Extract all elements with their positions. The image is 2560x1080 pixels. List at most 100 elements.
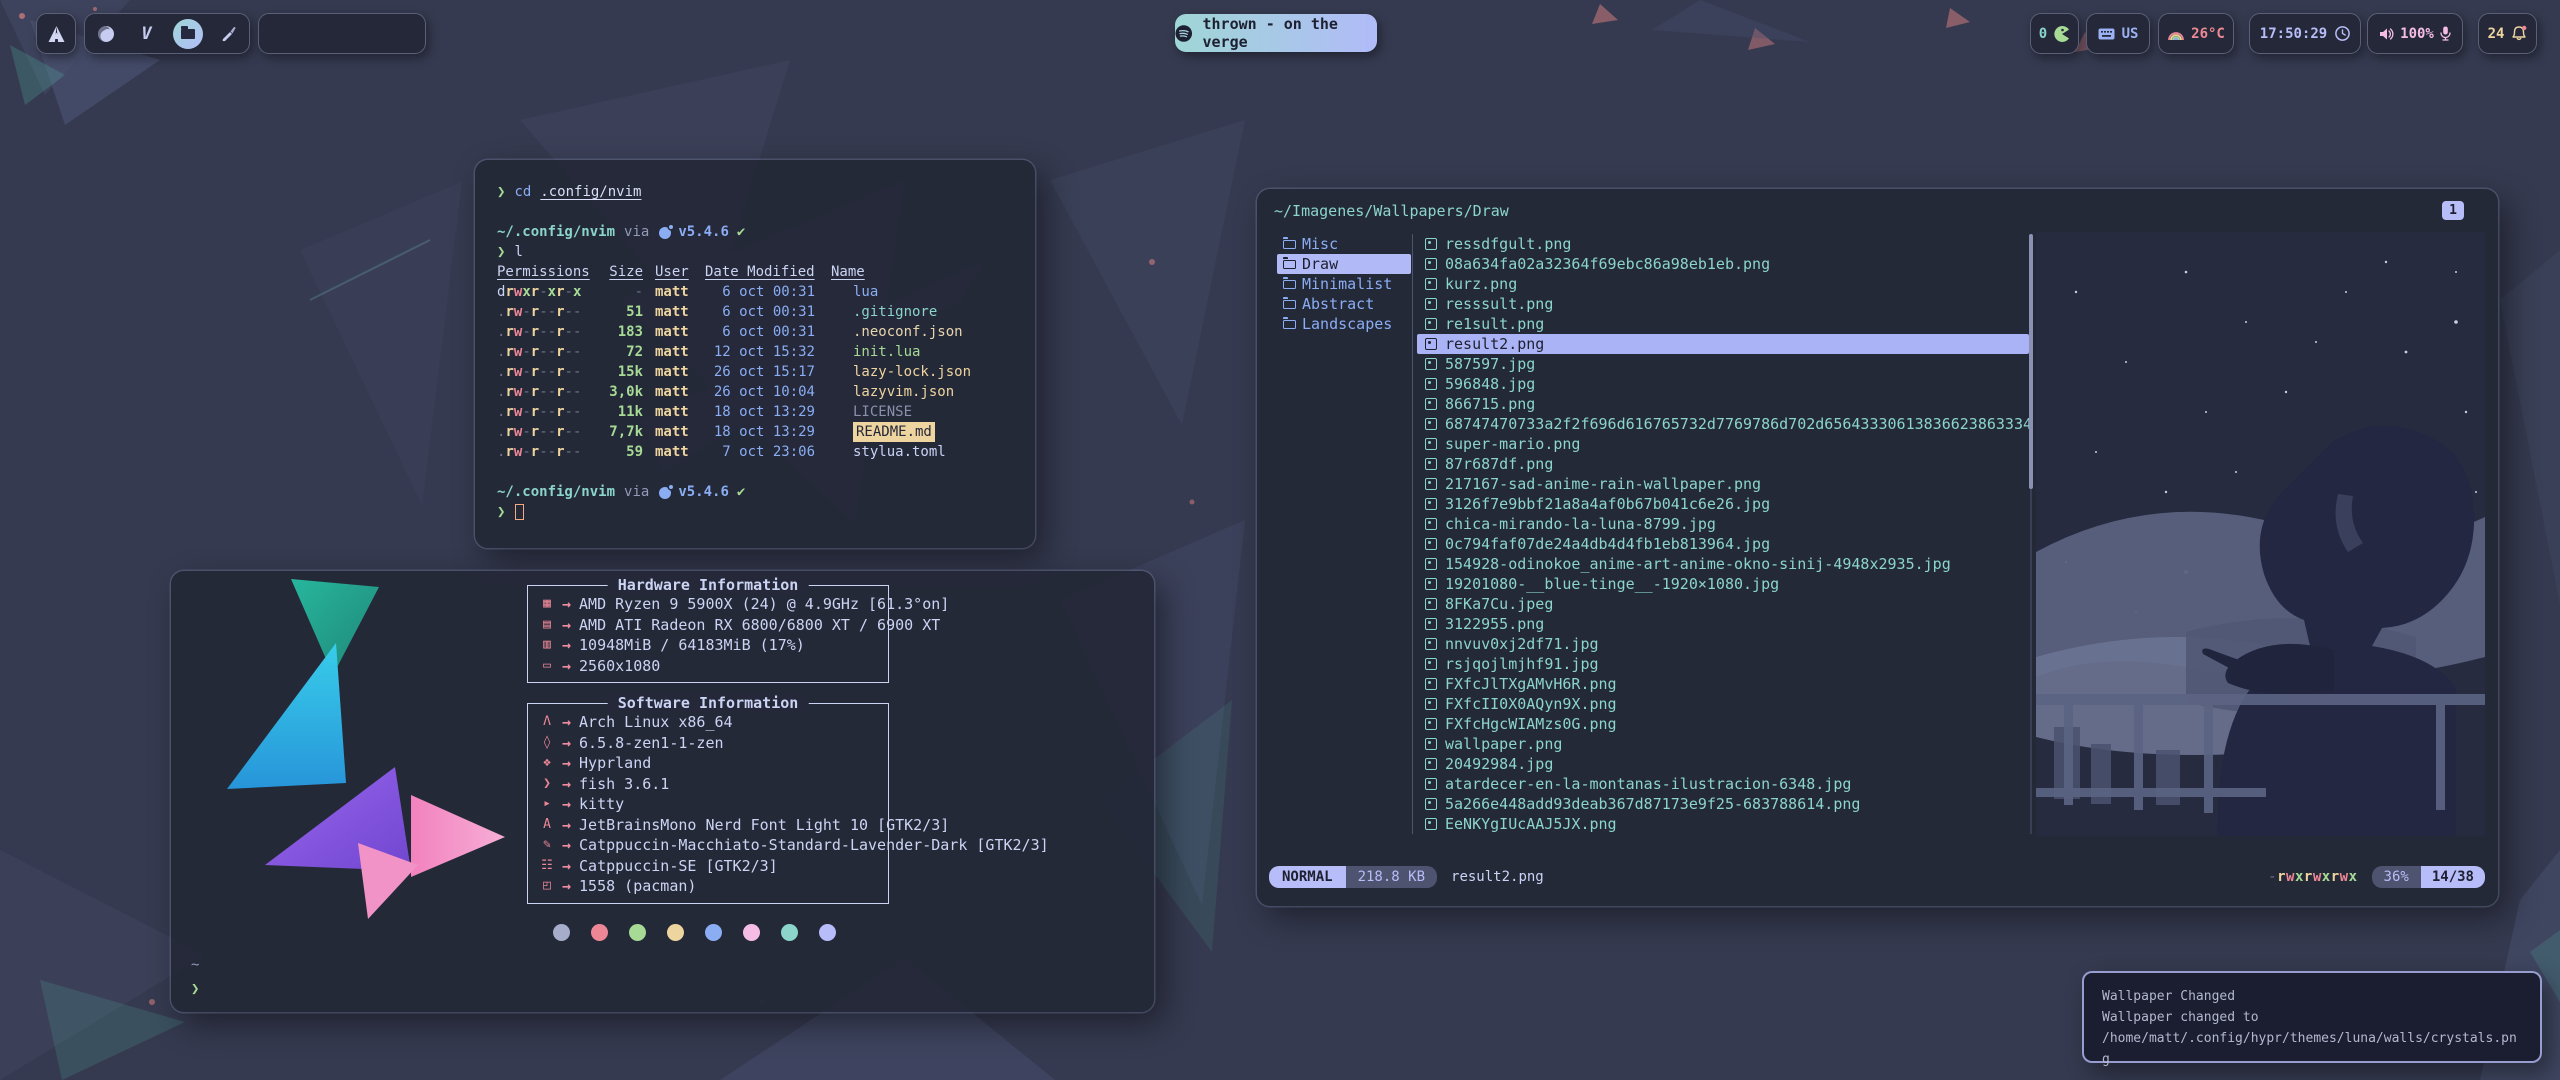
tab-count-badge: 1 [2442,201,2464,220]
file-row[interactable]: 3122955.png [1417,614,2029,634]
file-row[interactable]: 866715.png [1417,394,2029,414]
vim-icon[interactable]: V [130,17,164,51]
image-file-icon [1425,518,1437,530]
image-file-icon [1425,338,1437,350]
fetch-row: ◊ → 6.5.8-zen1-1-zen [532,733,888,754]
file-row[interactable]: FXfcII0X0AQyn9X.png [1417,694,2029,714]
image-file-icon [1425,478,1437,490]
app-launcher-button[interactable] [36,13,76,54]
fetch-row-icon: ▸ [532,794,562,815]
arrow-icon: → [562,774,571,795]
file-row[interactable]: 87r687df.png [1417,454,2029,474]
file-row[interactable]: result2.png [1417,334,2029,354]
volume-widget[interactable]: 100% [2367,13,2463,54]
fetch-row-icon: ☷ [532,856,562,877]
arrow-icon: → [562,753,571,774]
keyboard-layout-widget[interactable]: US [2086,13,2150,54]
file-row[interactable]: chica-mirando-la-luna-8799.jpg [1417,514,2029,534]
hardware-info-box: Hardware Information ▦ → AMD Ryzen 9 590… [527,585,889,683]
software-info-box: Software Information Λ → Arch Linux x86_… [527,703,889,904]
status-bar: NORMAL 218.8 KB result2.png -rwxrwxrwx 3… [1269,866,2485,888]
file-row[interactable]: EeNKYgIUcAAJ5JX.png [1417,814,2029,834]
folder-icon [1283,240,1296,249]
fetch-row-icon: Λ [532,712,562,733]
file-row[interactable]: atardecer-en-la-montanas-ilustracion-634… [1417,774,2029,794]
audio-visualizer [258,13,426,54]
file-row[interactable]: kurz.png [1417,274,2029,294]
fetch-row-icon: A [532,815,562,836]
file-row[interactable]: 596848.jpg [1417,374,2029,394]
arrow-icon: → [562,876,571,897]
file-row[interactable]: 217167-sad-anime-rain-wallpaper.png [1417,474,2029,494]
file-row[interactable]: 19201080-__blue-tinge__-1920×1080.jpg [1417,574,2029,594]
fetch-row: ✎ → Catppuccin-Macchiato-Standard-Lavend… [532,835,888,856]
sidebar-folder-item[interactable]: Landscapes [1277,314,1411,334]
terminal-window[interactable]: ❯ cd .config/nvim ~/.config/nvim via v5.… [475,160,1035,548]
filetype-icon [831,302,853,322]
music-player-widget[interactable]: thrown - on the verge [1175,14,1377,52]
arch-logo-icon [47,25,66,43]
listing-row: .rw-r--r-- 3,0k matt 26 oct 10:04 lazyvi… [497,382,1013,402]
pacman-icon [2054,26,2070,42]
file-row[interactable]: 3126f7e9bbf21a8a4af0b67b041c6e26.jpg [1417,494,2029,514]
prompt-symbol[interactable]: ❯ [191,981,199,997]
image-file-icon [1425,678,1437,690]
image-file-icon [1425,318,1437,330]
notifications-widget[interactable]: 24 [2478,13,2537,54]
file-row[interactable]: 154928-odinokoe_anime-art-anime-okno-sin… [1417,554,2029,574]
files-icon-active[interactable] [171,17,205,51]
file-row[interactable]: super-mario.png [1417,434,2029,454]
file-row[interactable]: FXfcJlTXgAMvH6R.png [1417,674,2029,694]
microphone-icon [2440,26,2451,41]
file-row[interactable]: 08a634fa02a32364f69ebc86a98eb1eb.png [1417,254,2029,274]
updates-widget[interactable]: 0 [2030,13,2079,54]
mode-badge: NORMAL [1269,866,1346,888]
image-file-icon [1425,758,1437,770]
listing-row: .rw-r--r-- 11k matt 18 oct 13:29 LICENSE [497,402,1013,422]
paintbrush-icon[interactable] [212,17,246,51]
file-row[interactable]: FXfcHgcWIAMzs0G.png [1417,714,2029,734]
scrollbar-thumb[interactable] [2029,234,2033,489]
file-listing: drwxr-xr-x - matt 6 oct 00:31 lua .rw-r-… [497,282,1013,462]
file-row[interactable]: nnvuv0xj2df71.jpg [1417,634,2029,654]
file-manager-window[interactable]: ~/Imagenes/Wallpapers/Draw 1 Misc Draw M… [1257,189,2498,906]
image-file-icon [1425,418,1437,430]
weather-widget[interactable]: 26°C [2158,13,2234,54]
file-row[interactable]: 20492984.jpg [1417,754,2029,774]
sidebar-folder-item[interactable]: Draw [1277,254,1411,274]
command-cd: cd [514,182,531,202]
file-row[interactable]: 68747470733a2f2f696d616765732d7769786d70… [1417,414,2029,434]
speaker-icon [2379,27,2394,41]
fetch-row-icon: ◊ [532,733,562,754]
file-row[interactable]: wallpaper.png [1417,734,2029,754]
firefox-icon[interactable] [89,17,123,51]
sidebar-folder-item[interactable]: Minimalist [1277,274,1411,294]
scrollbar-track[interactable] [2030,234,2032,834]
image-file-icon [1425,658,1437,670]
file-row[interactable]: 0c794faf07de24a4db4d4fb1eb813964.jpg [1417,534,2029,554]
distro-logo [183,575,513,925]
image-file-icon [1425,618,1437,630]
breadcrumb-path: ~/Imagenes/Wallpapers/Draw [1274,202,1509,220]
file-row[interactable]: ressdfgult.png [1417,234,2029,254]
rainbow-icon [2167,27,2185,41]
image-file-icon [1425,438,1437,450]
fetch-window[interactable]: Hardware Information ▦ → AMD Ryzen 9 590… [171,571,1154,1012]
file-row[interactable]: 587597.jpg [1417,354,2029,374]
sidebar-folder-item[interactable]: Abstract [1277,294,1411,314]
file-row[interactable]: 5a266e448add93deab367d87173e9f25-6837886… [1417,794,2029,814]
prompt-input-line[interactable]: ❯ [497,502,1013,522]
arrow-icon: → [562,733,571,754]
file-row[interactable]: resssult.png [1417,294,2029,314]
fetch-row: ▸ → kitty [532,794,888,815]
notification-toast[interactable]: Wallpaper Changed Wallpaper changed to /… [2082,971,2542,1063]
clock-widget[interactable]: 17:50:29 [2249,13,2361,54]
file-row[interactable]: rsjqojlmjhf91.jpg [1417,654,2029,674]
file-row[interactable]: re1sult.png [1417,314,2029,334]
file-row[interactable]: 8FKa7Cu.jpeg [1417,594,2029,614]
filetype-icon [831,322,853,342]
listing-row: .rw-r--r-- 51 matt 6 oct 00:31 .gitignor… [497,302,1013,322]
sidebar-folder-item[interactable]: Misc [1277,234,1411,254]
list-position-badge: 14/38 [2421,866,2485,888]
folder-icon [181,29,195,39]
